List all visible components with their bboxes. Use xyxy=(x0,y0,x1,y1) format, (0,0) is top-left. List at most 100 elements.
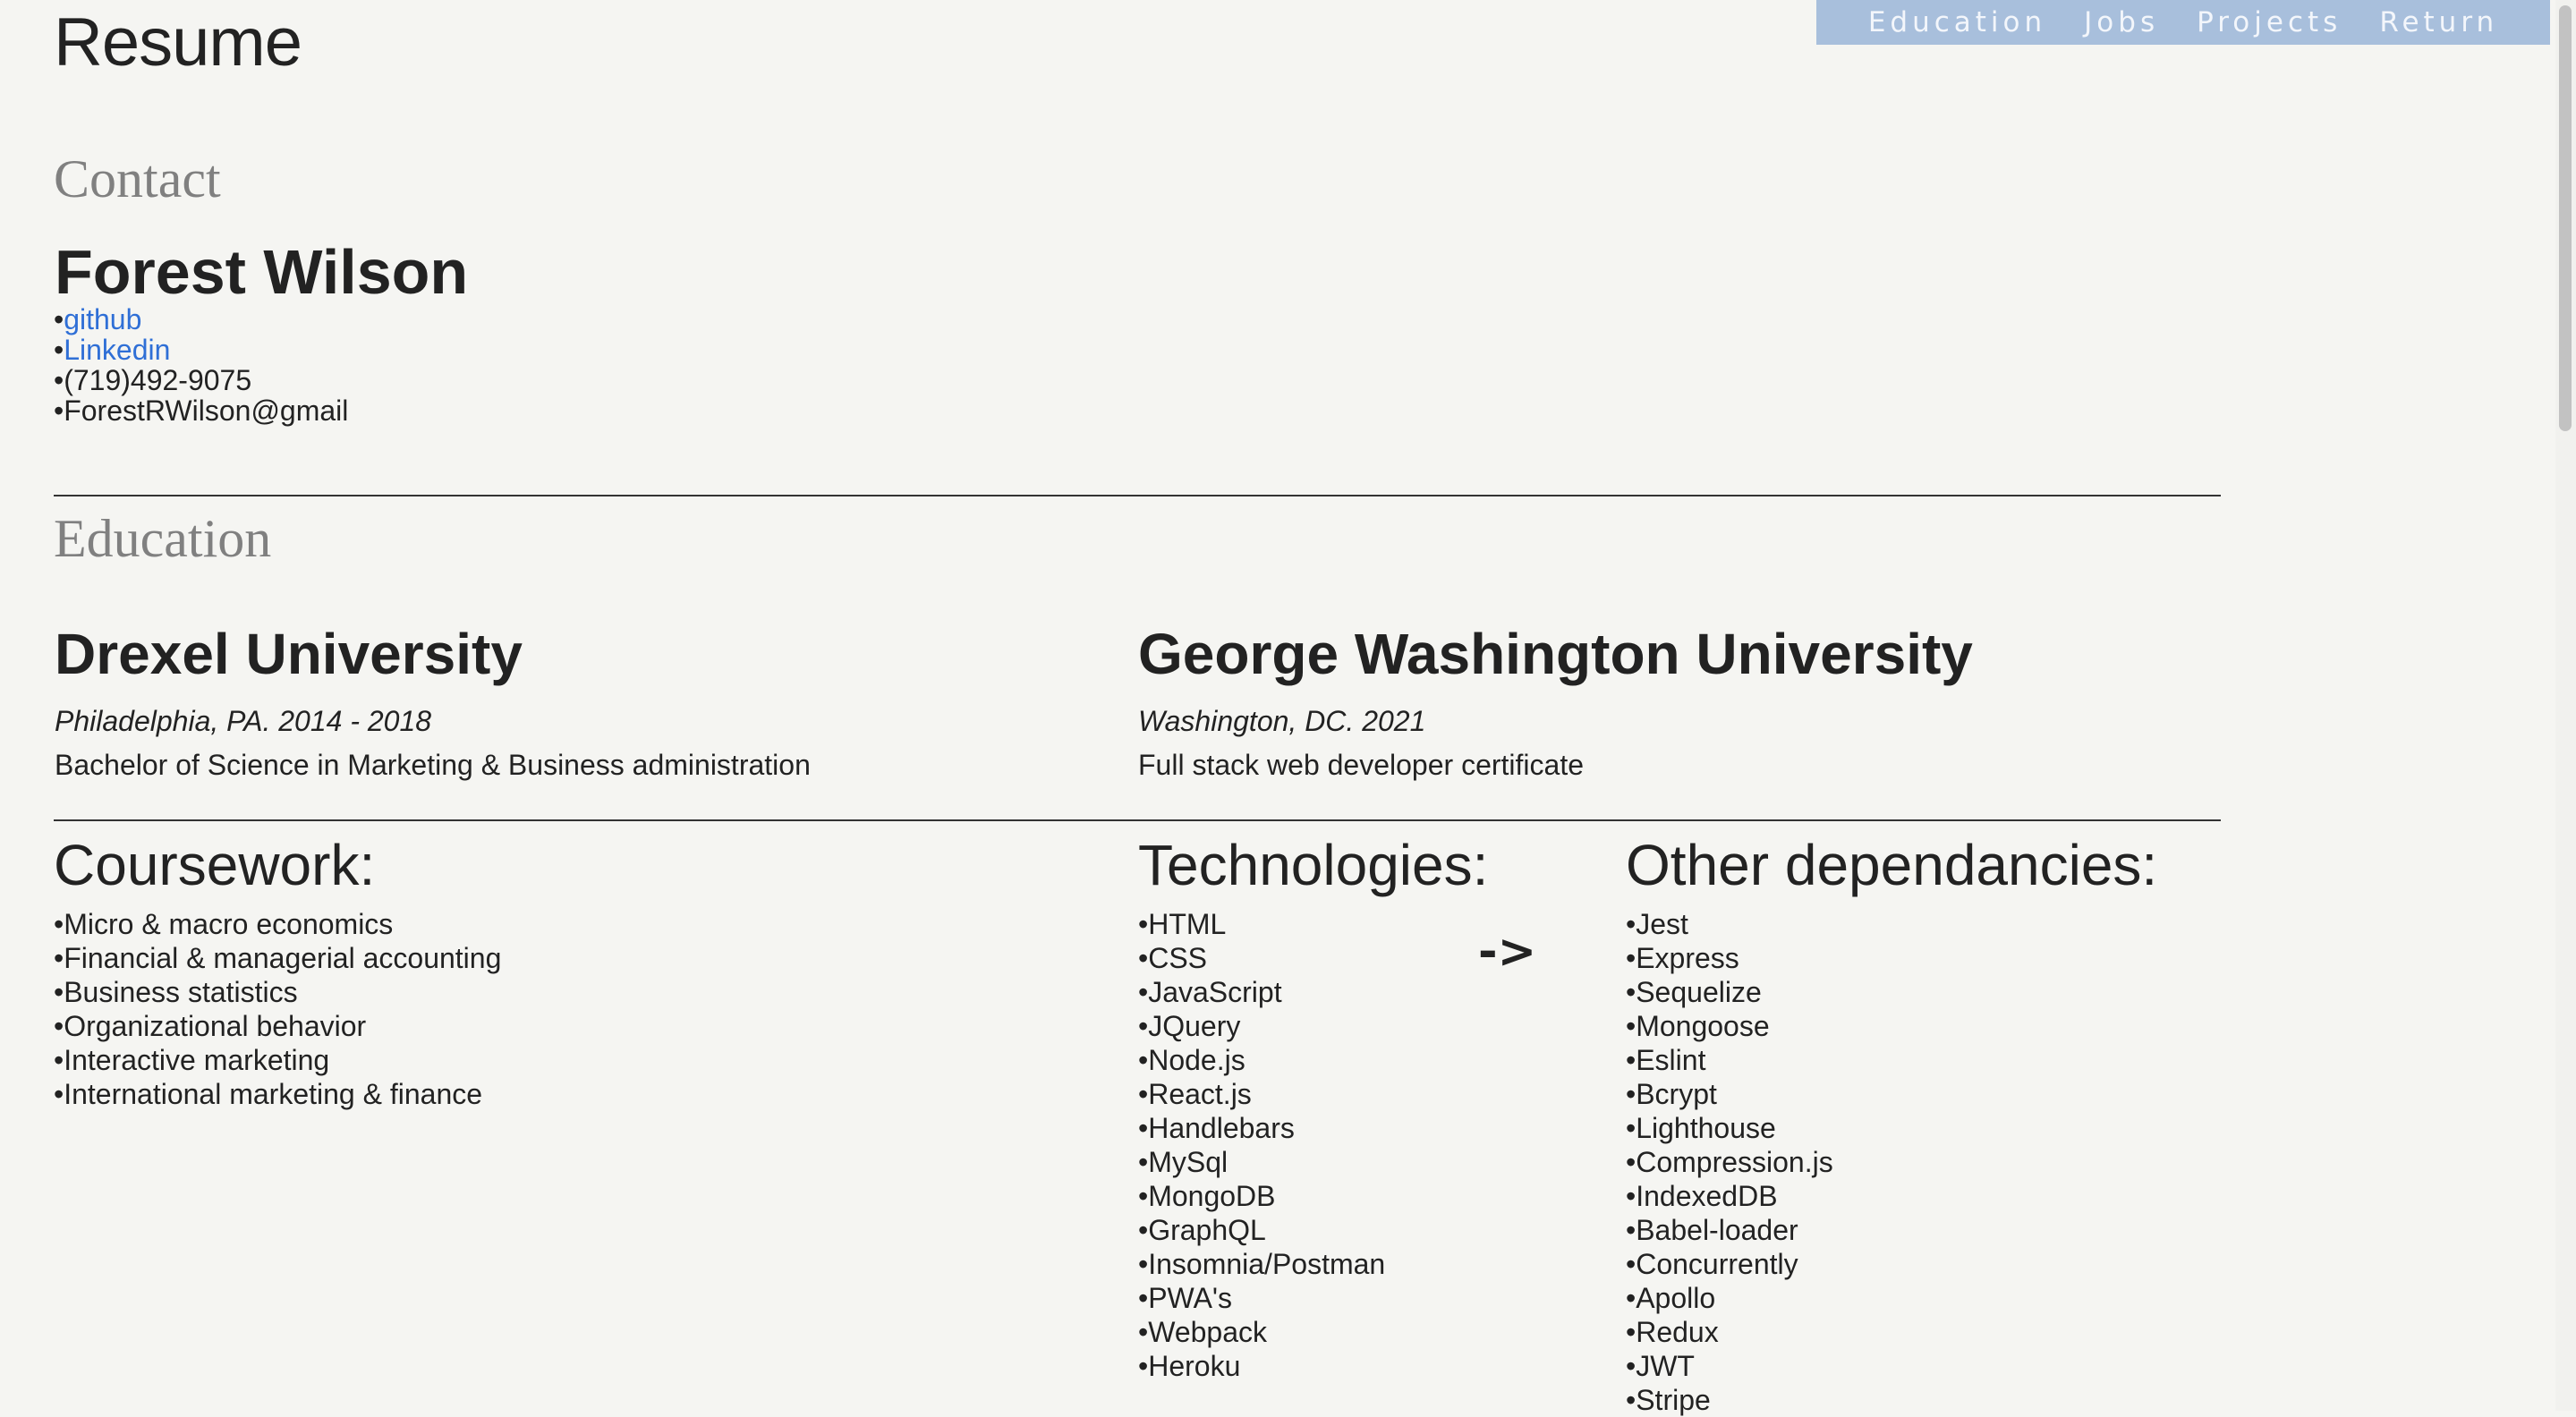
bullet: • xyxy=(1138,1248,1149,1280)
bullet: • xyxy=(54,1010,64,1042)
contact-item-email: •ForestRWilson@gmail xyxy=(54,395,348,426)
list-item: •Mongoose xyxy=(1626,1009,2157,1043)
list-item: •JWT xyxy=(1626,1349,2157,1383)
list-item: •Heroku xyxy=(1138,1349,1488,1383)
bullet: • xyxy=(1626,1282,1637,1314)
bullet: • xyxy=(54,908,64,940)
bullet: • xyxy=(1626,1384,1637,1416)
school-gwu: George Washington University Washington,… xyxy=(1138,621,1973,782)
bullet: • xyxy=(1626,1112,1637,1144)
bullet: • xyxy=(54,303,64,335)
contact-list: •github •Linkedin •(719)492-9075 •Forest… xyxy=(54,304,348,426)
list-item: •Redux xyxy=(1626,1315,2157,1349)
list-item-text: Heroku xyxy=(1148,1350,1241,1382)
technologies-list: •HTML •CSS •JavaScript •JQuery •Node.js … xyxy=(1138,907,1488,1383)
bullet: • xyxy=(1138,1214,1149,1246)
list-item: •Bcrypt xyxy=(1626,1077,2157,1111)
bullet: • xyxy=(1626,1248,1637,1280)
bullet: • xyxy=(1138,1010,1149,1042)
list-item-text: Babel-loader xyxy=(1636,1214,1798,1246)
list-item: •MySql xyxy=(1138,1145,1488,1179)
school-name: George Washington University xyxy=(1138,622,1973,686)
nav-jobs[interactable]: Jobs xyxy=(2084,6,2159,38)
bullet: • xyxy=(1138,942,1149,974)
list-item: •Business statistics xyxy=(54,975,501,1009)
list-item: •Financial & managerial accounting xyxy=(54,941,501,975)
bullet: • xyxy=(1626,942,1637,974)
list-item-text: MongoDB xyxy=(1148,1180,1276,1212)
bullet: • xyxy=(1626,1010,1637,1042)
school-drexel: Drexel University Philadelphia, PA. 2014… xyxy=(55,621,811,782)
bullet: • xyxy=(1138,1180,1149,1212)
bullet: • xyxy=(1138,908,1149,940)
bullet: • xyxy=(1626,1180,1637,1212)
list-item-text: Mongoose xyxy=(1636,1010,1770,1042)
list-item: •React.js xyxy=(1138,1077,1488,1111)
list-item: •PWA's xyxy=(1138,1281,1488,1315)
list-item: •Stripe xyxy=(1626,1383,2157,1417)
list-item-text: Lighthouse xyxy=(1636,1112,1776,1144)
bullet: • xyxy=(1138,1146,1149,1178)
linkedin-link[interactable]: Linkedin xyxy=(64,334,170,366)
nav-return[interactable]: Return xyxy=(2379,6,2498,38)
contact-item-phone: •(719)492-9075 xyxy=(54,365,348,395)
dependencies-heading: Other dependancies: xyxy=(1626,833,2158,897)
bullet: • xyxy=(54,1078,64,1110)
list-item-text: PWA's xyxy=(1148,1282,1233,1314)
list-item-text: Express xyxy=(1636,942,1739,974)
school-degree: Bachelor of Science in Marketing & Busin… xyxy=(55,749,811,781)
list-item-text: Apollo xyxy=(1636,1282,1716,1314)
list-item-text: International marketing & finance xyxy=(64,1078,483,1110)
list-item-text: Compression.js xyxy=(1636,1146,1833,1178)
list-item: •Express xyxy=(1626,941,2157,975)
bullet: • xyxy=(54,942,64,974)
github-link[interactable]: github xyxy=(64,303,141,335)
contact-name: Forest Wilson xyxy=(55,237,469,307)
nav-education[interactable]: Education xyxy=(1868,6,2046,38)
nav-projects[interactable]: Projects xyxy=(2197,6,2342,38)
coursework-heading: Coursework: xyxy=(54,833,376,897)
list-item-text: Bcrypt xyxy=(1636,1078,1717,1110)
list-item: •Apollo xyxy=(1626,1281,2157,1315)
list-item: •CSS xyxy=(1138,941,1488,975)
list-item-text: Insomnia/Postman xyxy=(1148,1248,1386,1280)
school-name: Drexel University xyxy=(55,622,523,686)
bullet: • xyxy=(1138,1044,1149,1076)
list-item-text: Node.js xyxy=(1148,1044,1245,1076)
list-item: •International marketing & finance xyxy=(54,1077,501,1111)
scrollbar-thumb[interactable] xyxy=(2559,5,2572,431)
bullet: • xyxy=(1626,1214,1637,1246)
bullet: • xyxy=(1138,1112,1149,1144)
list-item-text: React.js xyxy=(1148,1078,1252,1110)
list-item-text: Eslint xyxy=(1636,1044,1706,1076)
contact-item-github: •github xyxy=(54,304,348,335)
coursework-section: Coursework: •Micro & macro economics •Fi… xyxy=(54,832,501,1111)
list-item-text: Handlebars xyxy=(1148,1112,1295,1144)
bullet: • xyxy=(54,395,64,427)
divider xyxy=(54,495,2221,496)
list-item-text: Interactive marketing xyxy=(64,1044,330,1076)
bullet: • xyxy=(1626,1078,1637,1110)
list-item: •Eslint xyxy=(1626,1043,2157,1077)
list-item: •Insomnia/Postman xyxy=(1138,1247,1488,1281)
coursework-list: •Micro & macro economics •Financial & ma… xyxy=(54,907,501,1111)
list-item: •Handlebars xyxy=(1138,1111,1488,1145)
contact-heading: Contact xyxy=(54,149,221,208)
list-item-text: Sequelize xyxy=(1636,976,1762,1008)
list-item: •Sequelize xyxy=(1626,975,2157,1009)
list-item-text: IndexedDB xyxy=(1636,1180,1778,1212)
vertical-scrollbar[interactable] xyxy=(2555,0,2576,1411)
list-item-text: Jest xyxy=(1636,908,1688,940)
school-degree: Full stack web developer certificate xyxy=(1138,749,1584,781)
bullet: • xyxy=(1626,1044,1637,1076)
list-item-text: Financial & managerial accounting xyxy=(64,942,502,974)
divider xyxy=(54,819,2221,821)
dependencies-section: Other dependancies: •Jest •Express •Sequ… xyxy=(1626,832,2157,1417)
top-nav: Education Jobs Projects Return xyxy=(1816,0,2550,45)
bullet: • xyxy=(1138,1282,1149,1314)
technologies-heading: Technologies: xyxy=(1138,833,1489,897)
bullet: • xyxy=(1626,1350,1637,1382)
list-item: •Compression.js xyxy=(1626,1145,2157,1179)
arrow-right-icon: -> xyxy=(1478,925,1537,979)
technologies-section: Technologies: •HTML •CSS •JavaScript •JQ… xyxy=(1138,832,1488,1383)
